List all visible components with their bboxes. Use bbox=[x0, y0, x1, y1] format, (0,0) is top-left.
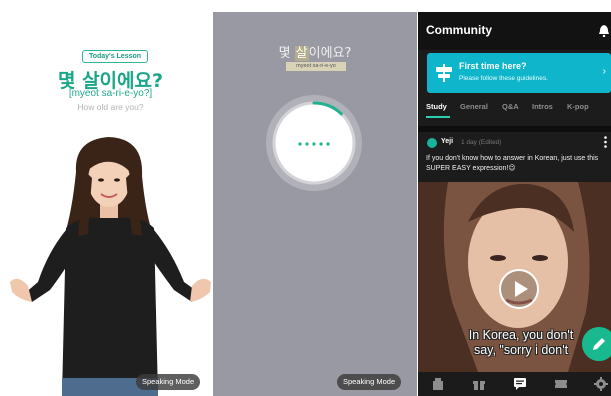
video-caption: In Korea, you don't say, "sorry i don't bbox=[436, 328, 606, 358]
avatar[interactable] bbox=[427, 138, 437, 148]
ticket-icon[interactable] bbox=[554, 377, 568, 391]
korean-plain-part: 몇 bbox=[278, 46, 295, 61]
settings-icon[interactable] bbox=[594, 377, 608, 391]
post-author[interactable]: Yeji bbox=[441, 138, 453, 145]
speaking-mode-button-2[interactable]: Speaking Mode bbox=[337, 374, 402, 390]
lesson-panel: Today's Lesson 몇 살이에요? [myeot sa-ri-e-yo… bbox=[8, 12, 213, 396]
speaking-romanization: myeot sa-ri-e-yo bbox=[286, 62, 346, 71]
community-panel: Community First time here? Please follow… bbox=[418, 12, 611, 396]
community-header: Community bbox=[418, 12, 611, 50]
caption-line-1: In Korea, you don't bbox=[468, 328, 574, 342]
signpost-icon bbox=[436, 64, 452, 82]
compose-pencil-icon[interactable] bbox=[582, 327, 611, 361]
lesson-translation: How old are you? bbox=[77, 102, 144, 112]
korean-highlighted-syllable: 살 bbox=[294, 46, 309, 61]
tab-qna[interactable]: Q&A bbox=[502, 102, 519, 111]
play-button-icon[interactable] bbox=[498, 268, 540, 310]
community-icon[interactable] bbox=[513, 377, 527, 391]
guide-subtitle: Please follow these guidelines. bbox=[459, 75, 548, 82]
todays-lesson-badge: Today's Lesson bbox=[82, 50, 148, 63]
tab-general[interactable]: General bbox=[460, 102, 488, 111]
more-options-icon[interactable] bbox=[604, 136, 607, 148]
speaking-mode-button[interactable]: Speaking Mode bbox=[136, 374, 201, 390]
active-tab-indicator bbox=[426, 116, 450, 118]
guidelines-banner[interactable]: First time here? Please follow these gui… bbox=[427, 53, 611, 93]
bottom-navigation bbox=[418, 372, 611, 396]
bell-icon[interactable] bbox=[599, 25, 609, 37]
gift-icon[interactable] bbox=[472, 377, 486, 391]
speaking-panel: 몇 살이에요? myeot sa-ri-e-yo Speaking Mode bbox=[213, 12, 417, 396]
recording-indicator[interactable] bbox=[264, 93, 364, 193]
presenter-video bbox=[10, 137, 211, 396]
tab-intros[interactable]: Intros bbox=[532, 102, 553, 111]
app-screenshots: Today's Lesson 몇 살이에요? [myeot sa-ri-e-yo… bbox=[0, 0, 611, 396]
community-title: Community bbox=[426, 23, 492, 37]
speaking-korean-phrase: 몇 살이에요? bbox=[213, 42, 417, 61]
tab-kpop[interactable]: K-pop bbox=[567, 102, 589, 111]
lesson-romanization: [myeot sa-ri-e-yo?] bbox=[68, 88, 153, 99]
post-text: If you don't know how to answer in Korea… bbox=[426, 155, 599, 172]
community-tabs: Study General Q&A Intros K-pop bbox=[418, 102, 611, 122]
post-timestamp: 1 day (Edited) bbox=[461, 139, 502, 146]
korean-rest-part: 이에요? bbox=[308, 46, 352, 61]
caption-line-2: say, "sorry i don't bbox=[473, 343, 569, 357]
section-divider bbox=[418, 126, 611, 132]
chevron-right-icon: › bbox=[602, 66, 606, 77]
home-icon[interactable] bbox=[431, 377, 445, 391]
tab-study[interactable]: Study bbox=[426, 102, 447, 111]
guide-title: First time here? bbox=[459, 61, 527, 71]
